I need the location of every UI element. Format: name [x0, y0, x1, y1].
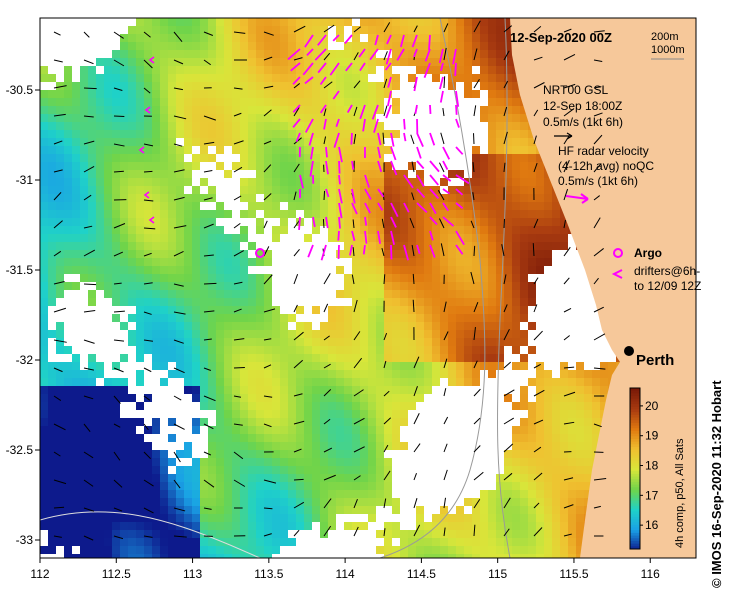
argo-legend-label: Argo	[634, 246, 662, 260]
x-tick-label: 114.5	[407, 567, 436, 581]
x-tick-label: 113	[183, 567, 202, 581]
wind-legend-scale: 0.5m/s (1kt 6h)	[543, 115, 623, 129]
colorbar	[630, 388, 640, 550]
y-tick-label: -33	[16, 533, 34, 547]
x-tick-label: 112.5	[102, 567, 131, 581]
y-tick-label: -32.5	[6, 443, 34, 457]
x-tick-label: 115	[488, 567, 507, 581]
radar-legend-scale: 0.5m/s (1kt 6h)	[558, 174, 638, 188]
radar-legend-line2: (4-12h avg) noQC	[558, 159, 654, 173]
ocean-map: 112 112.5 113 113.5 114 114.5 115 115.5 116 -30.…	[6, 17, 701, 581]
drifters-legend-label-1: drifters@6h-	[634, 264, 700, 278]
radar-legend-line1: HF radar velocity	[558, 144, 649, 158]
credit-text: © IMOS 16-Sep-2020 11:32 Hobart	[709, 380, 724, 588]
colorbar-tick-label: 17	[645, 488, 659, 502]
y-tick-label: -30.5	[6, 83, 34, 97]
x-tick-label: 114	[336, 567, 355, 581]
colorbar-tick-label: 19	[645, 429, 659, 443]
wind-legend-time: 12-Sep 18:00Z	[543, 99, 622, 113]
x-tick-label: 113.5	[254, 567, 283, 581]
x-tick-label: 115.5	[559, 567, 588, 581]
contour-legend-200m: 200m	[651, 31, 679, 43]
colorbar-tick-label: 20	[645, 399, 659, 413]
y-axis: -30.5 -31 -31.5 -32 -32.5 -33	[6, 83, 40, 547]
colorbar-caption: 4h comp, p50, All Sats	[674, 438, 686, 548]
y-tick-label: -31	[16, 173, 34, 187]
map-title: 12-Sep-2020 00Z	[510, 30, 612, 45]
perth-marker	[624, 346, 634, 356]
drifters-legend-label-2: to 12/09 12Z	[634, 279, 701, 293]
perth-label: Perth	[636, 352, 674, 369]
x-tick-label: 112	[30, 567, 49, 581]
x-axis: 112 112.5 113 113.5 114 114.5 115 115.5 116	[30, 558, 660, 581]
y-tick-label: -32	[16, 353, 34, 367]
colorbar-tick-label: 16	[645, 518, 659, 532]
y-tick-label: -31.5	[6, 263, 34, 277]
wind-legend-model: NRT00 GSL	[543, 83, 608, 97]
x-tick-label: 116	[641, 567, 660, 581]
colorbar-tick-label: 18	[645, 459, 659, 473]
contour-legend-1000m: 1000m	[651, 44, 685, 56]
